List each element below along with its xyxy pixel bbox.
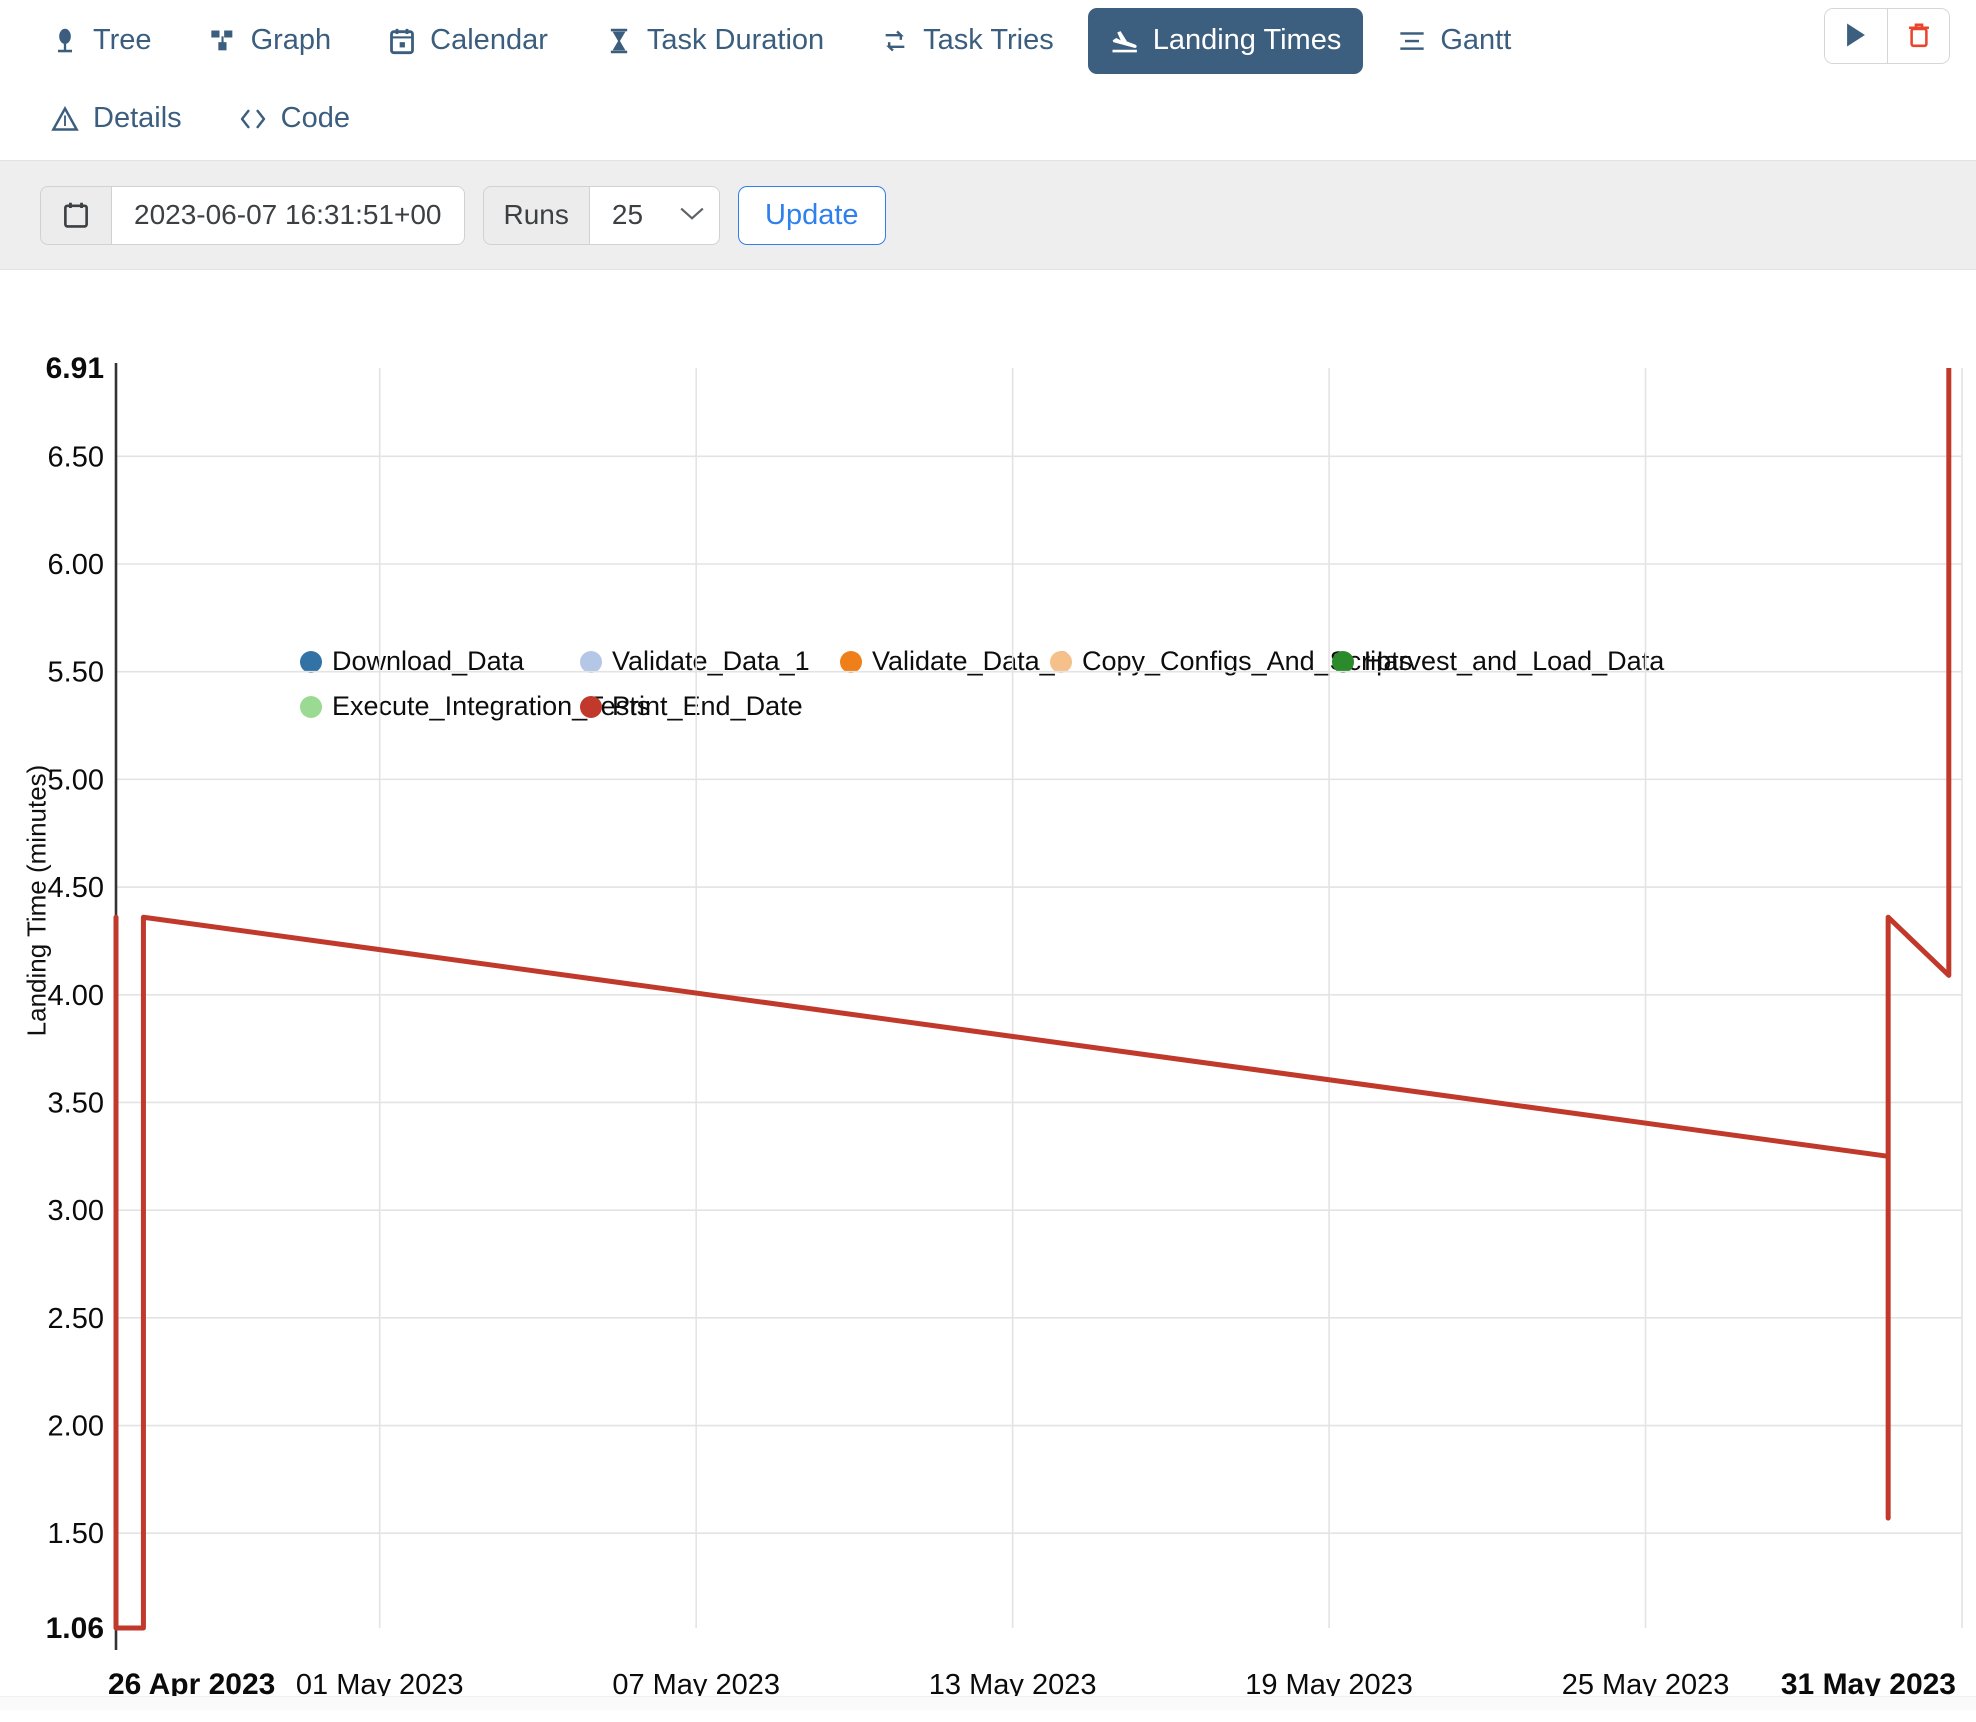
tab-landing-times[interactable]: Landing Times: [1087, 8, 1364, 74]
view-tab-bar: Tree Graph Calendar Task Duration Task T: [0, 0, 1976, 160]
base-date-group: 2023-06-07 16:31:51+00: [40, 185, 465, 245]
plot-area: 6.91 6.50 6.00 5.50 5.00 4.50 4.00 3.50 3.00 2.50…: [46, 352, 1963, 1701]
tab-label: Details: [93, 102, 182, 134]
hourglass-icon: [604, 26, 634, 56]
y-tick-label: 6.50: [48, 441, 104, 473]
delete-dag-button[interactable]: [1887, 9, 1949, 63]
tab-task-duration[interactable]: Task Duration: [582, 8, 846, 74]
graph-icon: [208, 26, 238, 56]
tree-icon: [50, 26, 80, 56]
series-line-print-end-date[interactable]: [113, 368, 1952, 1631]
scrollbar-thumb[interactable]: [300, 1700, 1700, 1708]
dag-action-buttons: [1824, 8, 1950, 64]
retry-icon: [880, 26, 910, 56]
tab-label: Task Duration: [646, 24, 825, 56]
tab-tree[interactable]: Tree: [28, 8, 174, 74]
y-tick-label: 1.50: [48, 1518, 104, 1550]
tab-label: Graph: [250, 24, 332, 56]
tab-graph[interactable]: Graph: [186, 8, 354, 74]
horizontal-scrollbar[interactable]: [0, 1696, 1976, 1710]
y-tick-label: 4.50: [48, 872, 104, 904]
tab-label: Landing Times: [1152, 24, 1342, 56]
y-tick-label: 5.00: [48, 764, 104, 796]
landing-times-page: Tree Graph Calendar Task Duration Task T: [0, 0, 1976, 1722]
y-tick-label: 5.50: [48, 657, 104, 689]
y-tick-label: 1.06: [46, 1612, 104, 1645]
tab-label: Code: [280, 102, 350, 134]
runs-label: Runs: [482, 185, 589, 245]
y-tick-label: 2.00: [48, 1411, 104, 1443]
y-tick-label: 3.50: [48, 1087, 104, 1119]
tab-task-tries[interactable]: Task Tries: [858, 8, 1076, 74]
calendar-icon[interactable]: [40, 185, 111, 245]
runs-select[interactable]: 25: [588, 185, 721, 245]
runs-group: Runs 25: [482, 185, 721, 245]
warning-triangle-icon: [50, 104, 80, 134]
tab-label: Gantt: [1440, 24, 1512, 56]
trash-icon: [1906, 21, 1932, 52]
calendar-icon: [387, 26, 417, 56]
gantt-icon: [1397, 26, 1427, 56]
tab-code[interactable]: Code: [216, 86, 372, 152]
tab-details[interactable]: Details: [28, 86, 204, 152]
y-tick-label: 6.91: [46, 352, 104, 385]
runs-select-value: 25: [611, 199, 644, 230]
landing-plane-icon: [1110, 26, 1140, 56]
tab-label: Calendar: [430, 24, 548, 56]
tab-label: Tree: [93, 24, 152, 56]
base-date-input[interactable]: 2023-06-07 16:31:51+00: [111, 185, 465, 245]
y-tick-label: 4.00: [48, 980, 104, 1012]
chart-filter-bar: 2023-06-07 16:31:51+00 Runs 25 Update: [0, 160, 1976, 270]
play-icon: [1843, 21, 1869, 52]
y-tick-label: 3.00: [48, 1195, 104, 1227]
tab-gantt[interactable]: Gantt: [1375, 8, 1533, 74]
tab-calendar[interactable]: Calendar: [365, 8, 570, 74]
trigger-dag-button[interactable]: [1825, 9, 1887, 63]
view-tab-bar-row-2: Details Code: [22, 82, 1954, 156]
y-tick-label: 2.50: [48, 1303, 104, 1335]
chevron-down-icon: [679, 203, 705, 227]
y-tick-label: 6.00: [48, 549, 104, 581]
tab-label: Task Tries: [923, 24, 1054, 56]
code-brackets-icon: [238, 104, 268, 134]
landing-times-chart: Download_Data Validate_Data_1 Validate_D…: [0, 270, 1976, 1710]
update-button[interactable]: Update: [738, 185, 886, 245]
